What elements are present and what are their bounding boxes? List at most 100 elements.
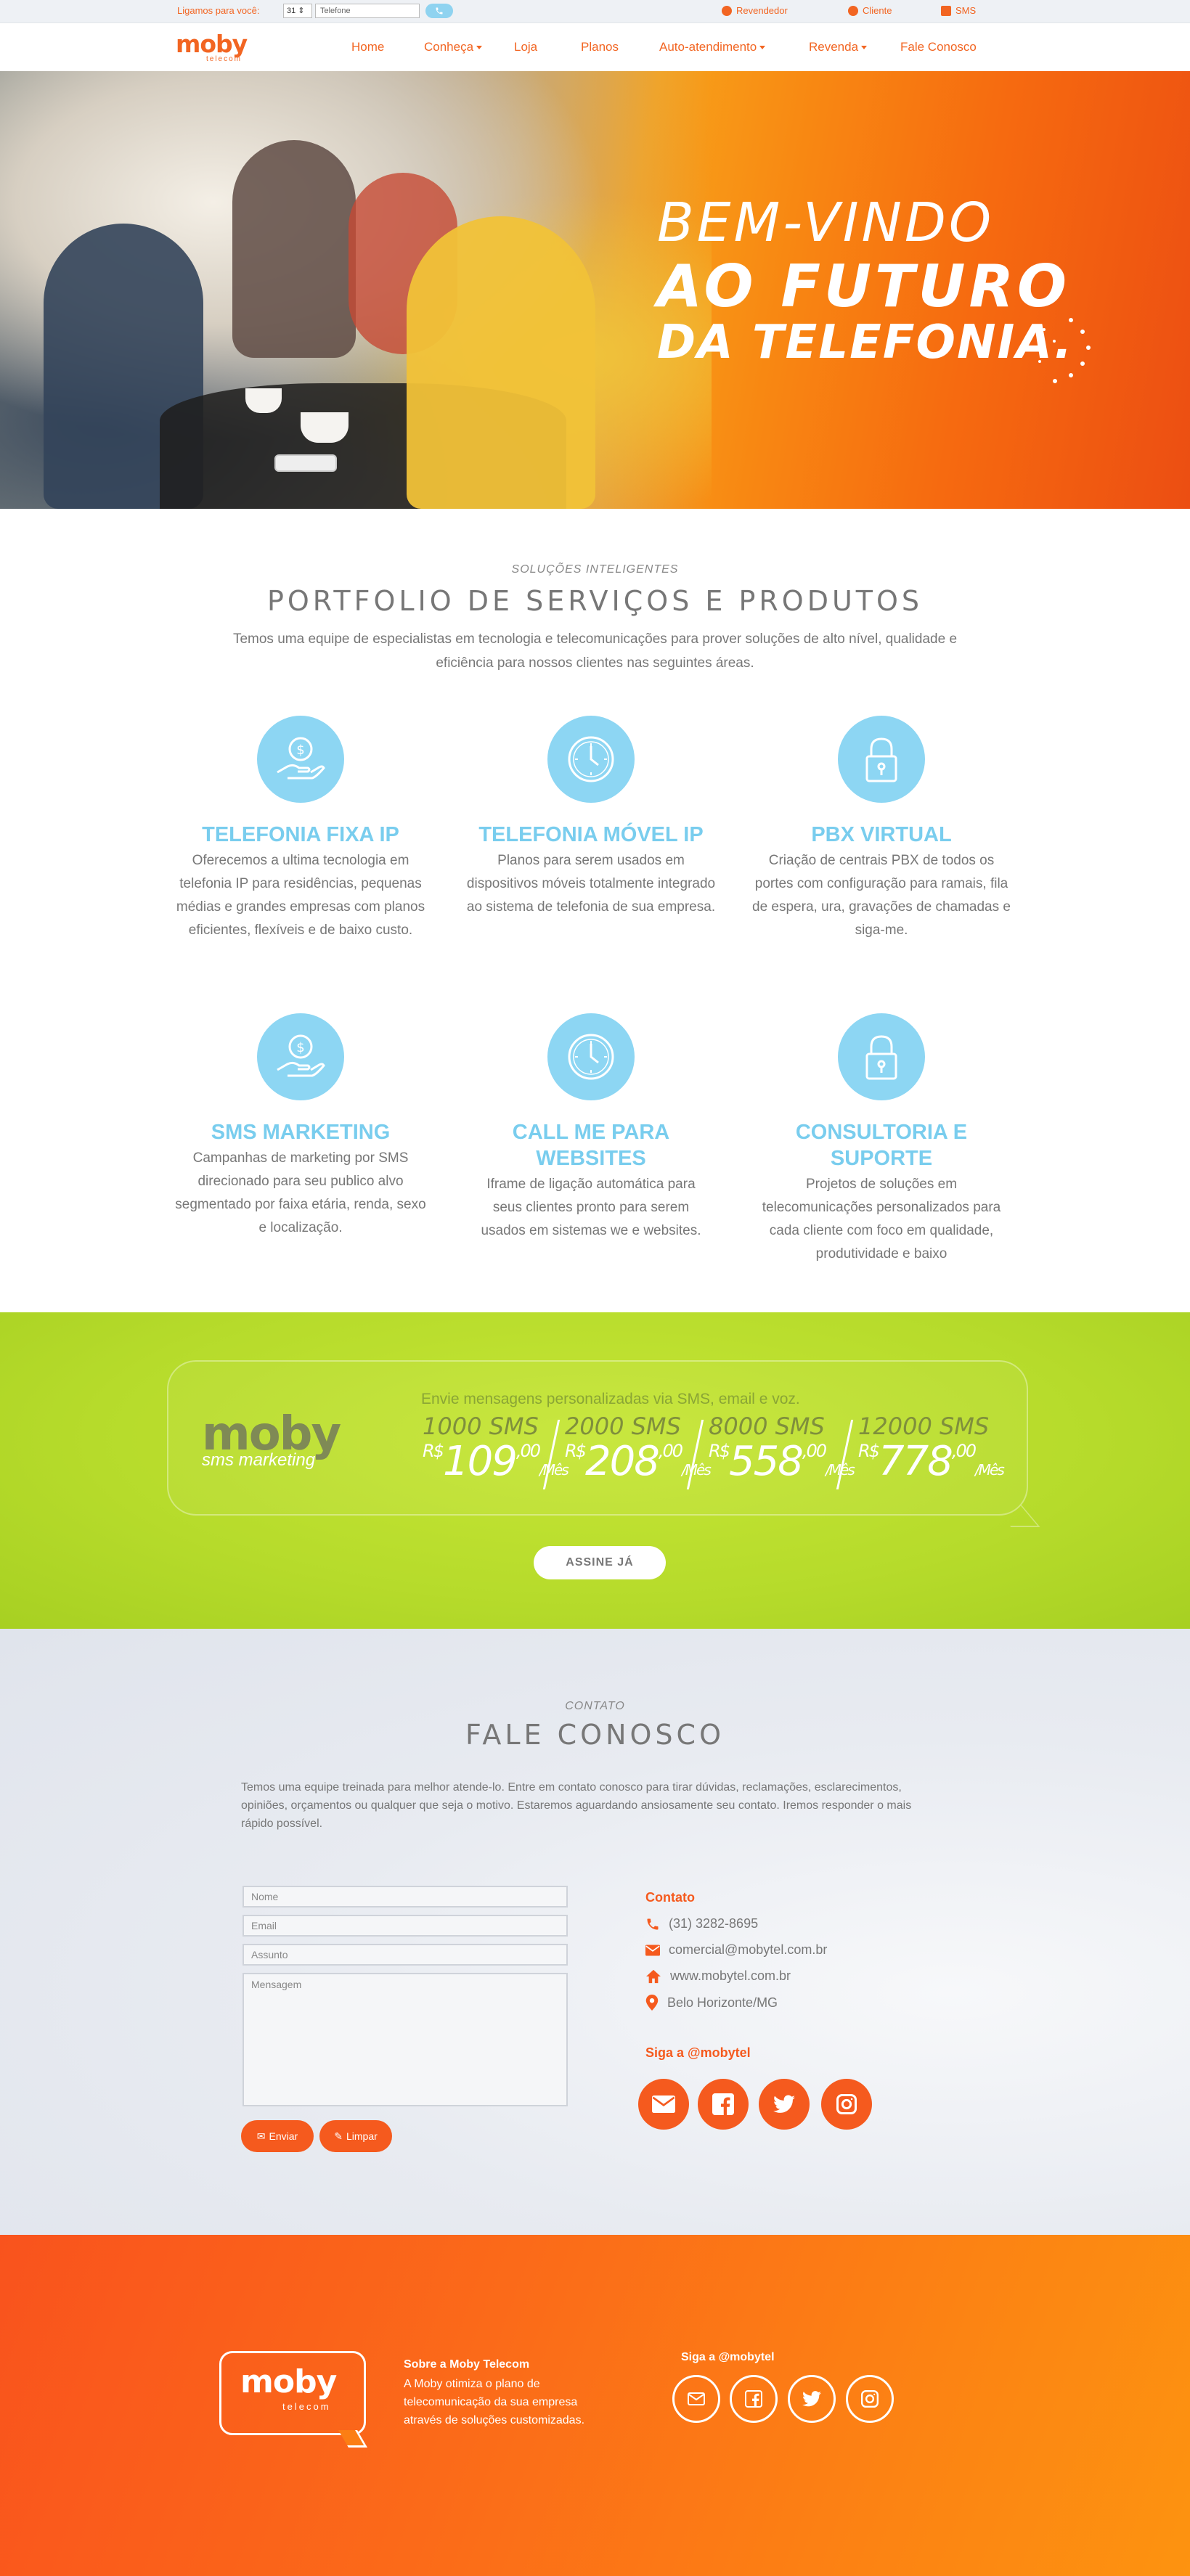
user-icon: [722, 5, 732, 16]
reseller-link[interactable]: Revendedor: [722, 5, 788, 16]
nav-home[interactable]: Home: [351, 40, 384, 54]
speech-tail: [993, 1505, 1040, 1527]
footer-social-title: Siga a @mobytel: [681, 2351, 775, 2363]
subscribe-button[interactable]: ASSINE JÁ: [534, 1546, 666, 1579]
nav-loja[interactable]: Loja: [514, 40, 537, 54]
footer-about-title: Sobre a Moby Telecom: [404, 2358, 530, 2371]
twitter-button[interactable]: [759, 2079, 810, 2130]
hero-title-line3: DA TELEFONIA.: [657, 316, 1074, 369]
card-text: Projetos de soluções em telecomunicações…: [762, 1177, 1001, 1262]
portfolio-description: Temos uma equipe de especialistas em tec…: [232, 631, 958, 671]
nav-planos[interactable]: Planos: [581, 40, 619, 54]
footer-facebook-button[interactable]: [730, 2375, 778, 2423]
hero-person: [232, 140, 356, 358]
eraser-icon: ✎: [334, 2130, 343, 2142]
service-card[interactable]: CALL ME PARA WEBSITES Iframe de ligação …: [460, 1013, 722, 1243]
ddd-select[interactable]: 31 ⇕: [283, 4, 312, 18]
plan-price: R$778,00/Mês: [858, 1438, 1005, 1485]
clear-button[interactable]: ✎ Limpar: [319, 2120, 392, 2152]
service-card[interactable]: $ SMS MARKETING Campanhas de marketing p…: [170, 1013, 431, 1240]
plan-price: R$558,00/Mês: [709, 1438, 855, 1485]
subject-input[interactable]: Assunto: [243, 1944, 568, 1966]
logo-text: moby: [240, 2363, 337, 2400]
footer-email-button[interactable]: [672, 2375, 720, 2423]
footer-twitter-button[interactable]: [788, 2375, 836, 2423]
logo-text: moby: [176, 30, 248, 58]
hero-phone: [274, 454, 337, 472]
svg-text:$: $: [296, 743, 304, 758]
card-text: Criação de centrais PBX de todos os port…: [752, 853, 1011, 938]
envelope-icon: ✉: [256, 2130, 266, 2142]
clock-icon: [547, 1013, 635, 1100]
footer-about-text: A Moby otimiza o plano de telecomunicaçã…: [404, 2378, 585, 2426]
nav-auto-atendimento[interactable]: Auto-atendimento: [659, 40, 766, 54]
twitter-icon: [773, 2095, 795, 2113]
sms-plan[interactable]: 8000 SMS R$558,00/Mês: [709, 1412, 855, 1492]
footer: moby telecom Sobre a Moby Telecom A Moby…: [0, 2235, 1190, 2576]
contact-section: CONTATO FALE CONOSCO Temos uma equipe tr…: [0, 1629, 1190, 2235]
facebook-button[interactable]: [698, 2079, 749, 2130]
contact-description: Temos uma equipe treinada para melhor at…: [241, 1781, 912, 1830]
lock-icon: [838, 716, 925, 803]
hero-banner: BEM-VINDO AO FUTURO DA TELEFONIA.: [0, 71, 1190, 509]
contact-website[interactable]: www.mobytel.com.br: [645, 1968, 791, 1984]
service-card[interactable]: TELEFONIA MÓVEL IP Planos para serem usa…: [460, 716, 722, 919]
twitter-icon: [802, 2391, 821, 2407]
plan-quantity: 2000 SMS: [565, 1412, 681, 1440]
svg-text:$: $: [296, 1040, 304, 1055]
contact-location: Belo Horizonte/MG: [645, 1995, 778, 2011]
service-card[interactable]: CONSULTORIA E SUPORTE Projetos de soluçõ…: [751, 1013, 1012, 1266]
name-input[interactable]: Nome: [243, 1886, 568, 1908]
facebook-icon: [712, 2093, 734, 2115]
contact-email[interactable]: comercial@mobytel.com.br: [645, 1942, 827, 1958]
phone-input[interactable]: Telefone: [315, 4, 420, 18]
service-card[interactable]: $ TELEFONIA FIXA IP Oferecemos a ultima …: [170, 716, 431, 942]
envelope-icon: [645, 1945, 660, 1955]
lock-icon: [838, 1013, 925, 1100]
nav-fale-conosco[interactable]: Fale Conosco: [900, 40, 977, 54]
email-social-button[interactable]: [638, 2079, 689, 2130]
sms-link[interactable]: SMS: [941, 5, 976, 16]
nav-conheca[interactable]: Conheça: [424, 40, 483, 54]
sms-headline: Envie mensagens personalizadas via SMS, …: [421, 1391, 800, 1407]
phone-icon: [436, 7, 443, 15]
social-title: Siga a @mobytel: [645, 2045, 751, 2060]
map-pin-icon: [645, 1995, 659, 2011]
nav-revenda[interactable]: Revenda: [809, 40, 868, 54]
callback-label: Ligamos para você:: [177, 5, 260, 16]
facebook-icon: [745, 2390, 762, 2408]
contact-phone: (31) 3282-8695: [645, 1916, 758, 1931]
sms-plan[interactable]: 12000 SMS R$778,00/Mês: [858, 1412, 1005, 1492]
plan-quantity: 1000 SMS: [423, 1412, 539, 1440]
message-icon: [941, 5, 951, 16]
hero-cup: [301, 412, 349, 443]
card-title: SMS MARKETING: [211, 1121, 391, 1144]
main-nav: moby telecom Home Conheça Loja Planos Au…: [0, 23, 1190, 71]
footer-instagram-button[interactable]: [846, 2375, 894, 2423]
chevron-down-icon: [759, 46, 766, 50]
email-input[interactable]: Email: [243, 1915, 568, 1937]
top-bar: Ligamos para você: 31 ⇕ Telefone Revende…: [0, 0, 1190, 23]
card-title: CALL ME PARA WEBSITES: [512, 1121, 670, 1170]
instagram-icon: [836, 2094, 857, 2114]
portfolio-title: PORTFOLIO DE SERVIÇOS E PRODUTOS: [266, 585, 924, 617]
envelope-icon: [652, 2095, 675, 2113]
client-link[interactable]: Cliente: [848, 5, 892, 16]
footer-logo[interactable]: moby telecom: [219, 2351, 367, 2448]
card-title: CONSULTORIA E SUPORTE: [795, 1121, 968, 1170]
card-text: Oferecemos a ultima tecnologia em telefo…: [176, 853, 425, 938]
service-card[interactable]: PBX VIRTUAL Criação de centrais PBX de t…: [751, 716, 1012, 942]
hero-title-line2: AO FUTURO: [657, 253, 1071, 320]
money-hand-icon: $: [257, 1013, 344, 1100]
callback-button[interactable]: [425, 4, 453, 18]
send-button[interactable]: ✉ Enviar: [241, 2120, 314, 2152]
money-hand-icon: $: [257, 716, 344, 803]
sms-logo-tag: sms marketing: [202, 1450, 316, 1470]
plan-quantity: 8000 SMS: [709, 1412, 825, 1440]
card-text: Campanhas de marketing por SMS direciona…: [175, 1150, 426, 1235]
instagram-button[interactable]: [821, 2079, 872, 2130]
message-textarea[interactable]: Mensagem: [243, 1973, 568, 2106]
card-text: Planos para serem usados em dispositivos…: [466, 853, 716, 915]
logo[interactable]: moby telecom: [176, 30, 261, 64]
sms-plans-section: moby sms marketing Envie mensagens perso…: [0, 1312, 1190, 1629]
